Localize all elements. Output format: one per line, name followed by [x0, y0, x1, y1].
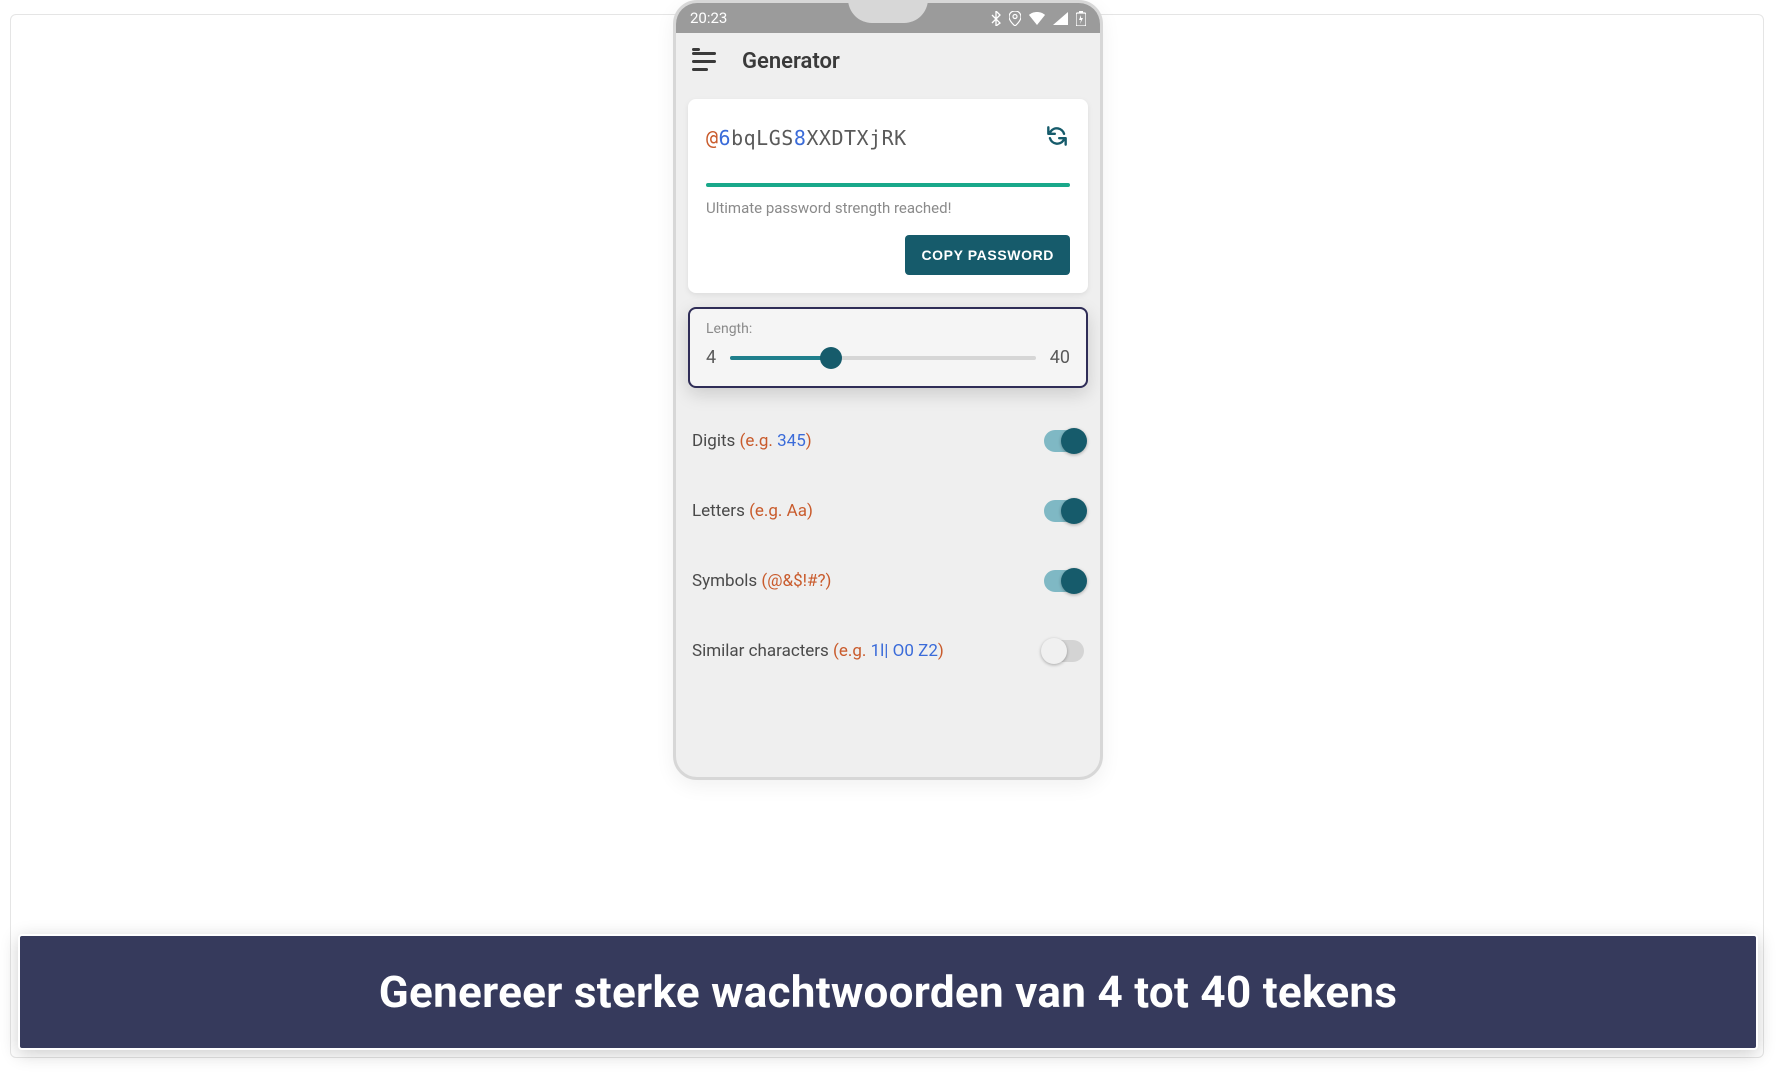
generated-password: @6bqLGS8XXDTXjRK: [706, 126, 907, 150]
bluetooth-icon: [991, 11, 1001, 26]
toggle-letters[interactable]: [1044, 500, 1084, 522]
option-digits: Digits (e.g. 345): [692, 406, 1084, 476]
status-icons: [991, 11, 1086, 26]
length-max: 40: [1050, 347, 1070, 368]
page-title: Generator: [742, 49, 840, 74]
option-symbols-label: Symbols (@&$!#?): [692, 571, 831, 591]
option-digits-label: Digits (e.g. 345): [692, 431, 812, 451]
toggle-digits[interactable]: [1044, 430, 1084, 452]
password-card: @6bqLGS8XXDTXjRK Ultimate password stren…: [688, 99, 1088, 293]
location-icon: [1009, 11, 1021, 26]
strength-text: Ultimate password strength reached!: [706, 199, 1070, 217]
option-letters-label: Letters (e.g. Aa): [692, 501, 813, 521]
options-list: Digits (e.g. 345) Letters (e.g. Aa) Symb…: [676, 396, 1100, 686]
phone-notch: [848, 0, 928, 23]
length-min: 4: [706, 347, 716, 368]
toggle-similar[interactable]: [1044, 640, 1084, 662]
length-label: Length:: [706, 321, 1070, 337]
option-similar-label: Similar characters (e.g. 1l| O0 Z2): [692, 641, 944, 661]
caption-banner: Genereer sterke wachtwoorden van 4 tot 4…: [18, 934, 1758, 1050]
refresh-icon[interactable]: [1044, 123, 1070, 153]
phone-frame: 20:23 Generator @6bqLG: [673, 0, 1103, 780]
menu-icon[interactable]: [692, 51, 718, 71]
caption-text: Genereer sterke wachtwoorden van 4 tot 4…: [40, 966, 1736, 1018]
option-symbols: Symbols (@&$!#?): [692, 546, 1084, 616]
option-letters: Letters (e.g. Aa): [692, 476, 1084, 546]
app-header: Generator: [676, 33, 1100, 89]
wifi-icon: [1029, 12, 1045, 25]
strength-bar: [706, 183, 1070, 187]
toggle-symbols[interactable]: [1044, 570, 1084, 592]
signal-icon: [1053, 12, 1068, 25]
slider-thumb[interactable]: [820, 347, 842, 369]
status-time: 20:23: [690, 9, 727, 27]
option-similar: Similar characters (e.g. 1l| O0 Z2): [692, 616, 1084, 686]
battery-icon: [1076, 11, 1086, 26]
length-panel: Length: 4 40: [688, 307, 1088, 388]
copy-password-button[interactable]: COPY PASSWORD: [905, 235, 1070, 275]
length-slider[interactable]: [730, 356, 1036, 360]
